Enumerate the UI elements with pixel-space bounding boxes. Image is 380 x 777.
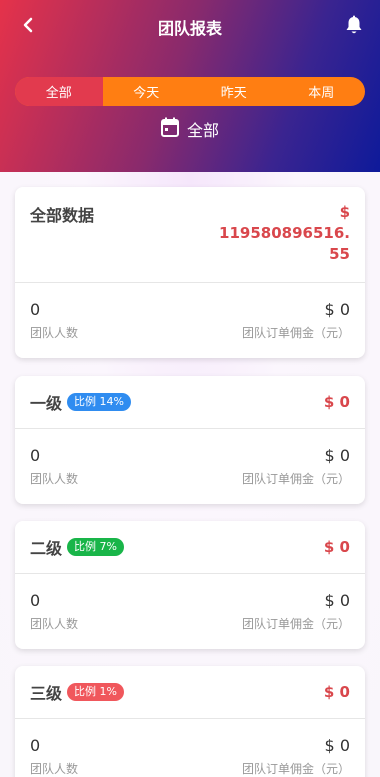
ratio-badge: 比例 14%	[67, 393, 131, 411]
level-amount: $ 0	[323, 538, 350, 556]
commission-label: 团队订单佣金（元）	[241, 617, 350, 631]
level-card-1[interactable]: 一级 比例 14% $ 0 0 团队人数 $ 0 团队订单佣金（元）	[15, 376, 365, 504]
summary-title: 全部数据	[30, 206, 95, 225]
level-title: 二级 比例 7%	[30, 521, 124, 573]
bell-icon[interactable]	[344, 14, 364, 36]
commission-value: $ 0	[324, 446, 350, 465]
commission-value: $ 0	[324, 591, 350, 610]
members-label: 团队人数	[30, 762, 79, 776]
calendar-icon	[160, 117, 179, 141]
date-range-selector[interactable]: 全部	[0, 117, 380, 141]
members-value: 0	[30, 736, 41, 755]
tab-yesterday[interactable]: 昨天	[190, 77, 278, 106]
members-value: 0	[30, 591, 41, 610]
ratio-badge: 比例 1%	[67, 683, 124, 701]
tab-today[interactable]: 今天	[103, 77, 191, 106]
commission-label: 团队订单佣金（元）	[241, 326, 350, 340]
level-title: 三级 比例 1%	[30, 666, 124, 718]
commission-label: 团队订单佣金（元）	[241, 762, 350, 776]
date-range-label: 全部	[186, 121, 219, 140]
commission-label: 团队订单佣金（元）	[241, 472, 350, 486]
level-card-3[interactable]: 三级 比例 1% $ 0 0 团队人数 $ 0 团队订单佣金（元）	[15, 666, 365, 777]
level-card-2[interactable]: 二级 比例 7% $ 0 0 团队人数 $ 0 团队订单佣金（元）	[15, 521, 365, 649]
level-amount: $ 0	[323, 393, 350, 411]
date-filter-tabs: 全部 今天 昨天 本周	[15, 77, 365, 106]
header: 团队报表 全部 今天 昨天 本周 全部	[0, 0, 380, 172]
level-amount: $ 0	[323, 683, 350, 701]
tab-this-week[interactable]: 本周	[278, 77, 366, 106]
level-title: 一级 比例 14%	[30, 376, 131, 428]
members-label: 团队人数	[30, 472, 79, 486]
summary-card: 全部数据 $ 119580896516. 55 0 团队人数 $ 0 团队订单佣…	[15, 187, 365, 358]
tab-all[interactable]: 全部	[15, 77, 103, 106]
commission-value: $ 0	[324, 300, 350, 319]
ratio-badge: 比例 7%	[67, 538, 124, 556]
page-title: 团队报表	[157, 19, 222, 38]
summary-amount: $ 119580896516. 55	[219, 203, 350, 263]
members-label: 团队人数	[30, 617, 79, 631]
members-label: 团队人数	[30, 326, 79, 340]
members-value: 0	[30, 446, 41, 465]
members-value: 0	[30, 300, 41, 319]
commission-value: $ 0	[324, 736, 350, 755]
